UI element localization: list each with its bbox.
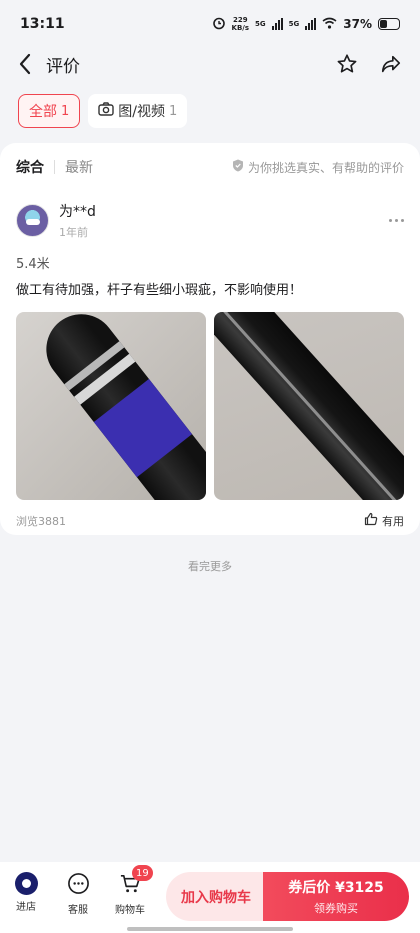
useful-label: 有用 (382, 514, 404, 528)
status-bar: 13:11 229 KB/s 5G 5G 37% (0, 0, 420, 48)
review-card: 综合 最新 为你挑选真实、有帮助的评价 为**d 1年前 5.4米 做工有待加强… (0, 143, 420, 535)
store-button[interactable]: 进店 (2, 872, 50, 913)
review-time: 1年前 (59, 226, 88, 239)
back-icon[interactable] (18, 53, 32, 75)
store-label: 进店 (16, 902, 36, 913)
status-icons: 229 KB/s 5G 5G 37% (212, 16, 400, 33)
home-indicator[interactable] (127, 927, 293, 931)
network-type-1: 5G (255, 20, 266, 28)
thumbs-up-icon (364, 512, 378, 529)
battery-percent: 37% (343, 17, 372, 31)
service-label: 客服 (68, 905, 88, 916)
camera-icon (98, 102, 114, 120)
battery-icon (378, 18, 400, 30)
purchase-actions: 加入购物车 券后价 ¥3125 领券购买 (166, 872, 409, 921)
cart-label: 购物车 (115, 905, 145, 916)
star-icon[interactable] (336, 53, 358, 75)
store-logo-icon (14, 872, 38, 895)
useful-button[interactable]: 有用 (364, 512, 404, 529)
more-options-icon[interactable] (389, 219, 404, 222)
filter-chip-media[interactable]: 图/视频 1 (88, 94, 188, 128)
sort-comprehensive[interactable]: 综合 (16, 157, 44, 177)
buy-with-coupon-button[interactable]: 券后价 ¥3125 领券购买 (263, 872, 409, 921)
filter-chips: 全部 1 图/视频 1 (18, 94, 188, 128)
authenticity-notice: 为你挑选真实、有帮助的评价 (232, 159, 404, 176)
customer-service-button[interactable]: 客服 (54, 872, 102, 916)
chat-icon (67, 872, 90, 898)
sort-row: 综合 最新 为你挑选真实、有帮助的评价 (0, 143, 420, 191)
filter-chip-count: 1 (61, 103, 70, 119)
share-icon[interactable] (380, 53, 402, 75)
coupon-price: 券后价 ¥3125 (288, 880, 384, 896)
user-name: 为**d (59, 204, 96, 220)
shield-icon (232, 159, 244, 175)
review-user-row: 为**d 1年前 (16, 201, 404, 240)
filter-chip-label: 图/视频 (118, 104, 165, 120)
load-more-text: 看完更多 (188, 560, 232, 573)
review-photo[interactable] (16, 312, 206, 500)
review-content: 做工有待加强，杆子有些细小瑕疵，不影响使用！ (16, 283, 303, 298)
view-count: 浏览3881 (16, 514, 66, 528)
coupon-sub-label: 领券购买 (314, 902, 358, 915)
signal-icon-2 (305, 18, 317, 30)
add-to-cart-button[interactable]: 加入购物车 (166, 872, 263, 921)
status-time: 13:11 (20, 16, 65, 32)
header: 评价 (0, 44, 420, 84)
network-speed: 229 KB/s (231, 16, 250, 32)
network-type-2: 5G (288, 20, 300, 28)
filter-chip-all[interactable]: 全部 1 (18, 94, 81, 128)
sort-divider (54, 160, 55, 174)
avatar[interactable] (16, 204, 49, 237)
filter-chip-count: 1 (169, 103, 178, 119)
cart-button[interactable]: 19 购物车 (106, 865, 154, 916)
review-photo[interactable] (214, 312, 404, 500)
wifi-icon (322, 17, 337, 32)
page-title: 评价 (46, 56, 80, 77)
filter-chip-label: 全部 (29, 104, 57, 120)
bottom-action-bar: 进店 客服 19 购物车 加入购物车 券后价 ¥3125 领券购买 (0, 862, 420, 933)
product-spec: 5.4米 (16, 257, 50, 272)
signal-icon-1 (271, 18, 283, 30)
alarm-icon (212, 16, 226, 33)
notice-text: 为你挑选真实、有帮助的评价 (247, 160, 404, 175)
cart-count-badge: 19 (132, 865, 153, 881)
review-footer: 浏览3881 有用 (16, 512, 404, 529)
review-item: 为**d 1年前 5.4米 做工有待加强，杆子有些细小瑕疵，不影响使用！ 浏览3… (0, 201, 420, 529)
sort-latest[interactable]: 最新 (65, 157, 93, 177)
review-photos (16, 312, 404, 500)
